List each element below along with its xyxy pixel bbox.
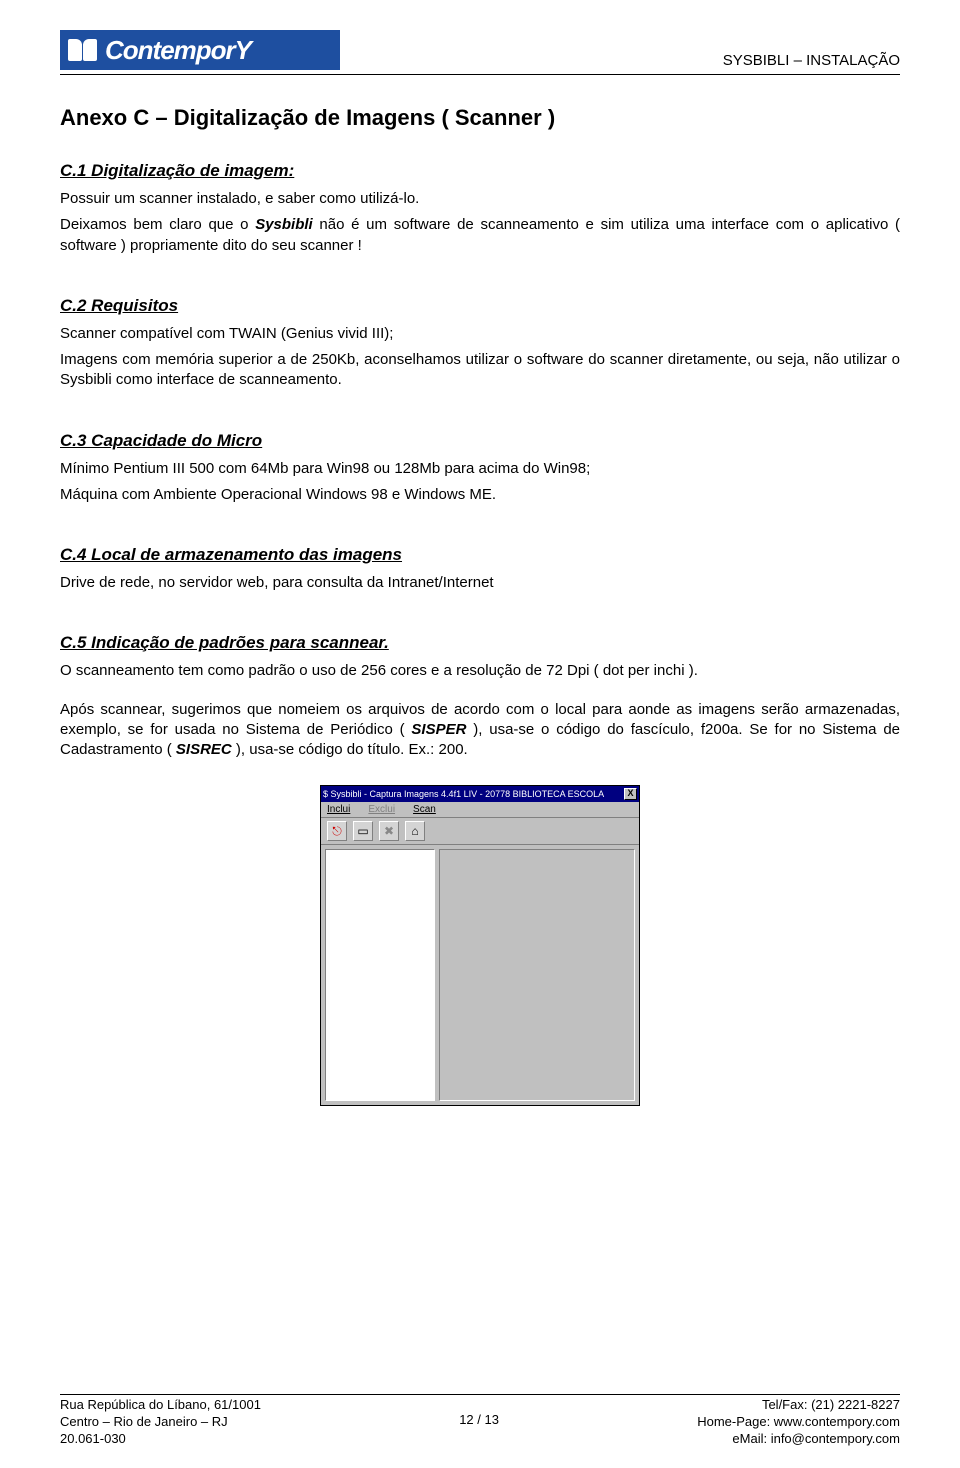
c5-p2d: SISREC (176, 741, 232, 758)
menu-exclui: Exclui (368, 804, 395, 815)
footer-address: Rua República do Líbano, 61/1001 (60, 1397, 261, 1414)
footer-homepage: Home-Page: www.contempory.com (697, 1414, 900, 1431)
section-c5-heading: C.5 Indicação de padrões para scannear. (60, 633, 900, 653)
page-title: Anexo C – Digitalização de Imagens ( Sca… (60, 105, 900, 131)
window-body (321, 845, 639, 1105)
c3-p2: Máquina com Ambiente Operacional Windows… (60, 485, 900, 505)
c5-p2: Após scannear, sugerimos que nomeiem os … (60, 700, 900, 761)
exit-icon[interactable]: ⎋ (327, 821, 347, 841)
c5-p2b: SISPER (411, 721, 466, 738)
c5-p2e: ), usa-se código do título. Ex.: 200. (232, 741, 468, 758)
c2-p2: Imagens com memória superior a de 250Kb,… (60, 350, 900, 391)
footer-email: eMail: info@contempory.com (697, 1431, 900, 1448)
section-c1-heading: C.1 Digitalização de imagem: (60, 161, 900, 181)
c5-p1: O scanneamento tem como padrão o uso de … (60, 661, 900, 681)
c1-p2b: Sysbibli (255, 216, 313, 233)
footer-left: Rua República do Líbano, 61/1001 Centro … (60, 1397, 261, 1448)
window-titlebar: $ Sysbibli - Captura Imagens 4.4f1 LIV -… (321, 786, 639, 802)
menu-scan[interactable]: Scan (413, 804, 436, 815)
footer-city: Centro – Rio de Janeiro – RJ (60, 1414, 261, 1431)
logo-text: ContemporY (105, 35, 251, 66)
footer-zip: 20.061-030 (60, 1431, 261, 1448)
c1-p2a: Deixamos bem claro que o (60, 216, 255, 233)
section-c2-heading: C.2 Requisitos (60, 296, 900, 316)
section-c3-heading: C.3 Capacidade do Micro (60, 431, 900, 451)
footer-page-number: 12 / 13 (459, 1397, 499, 1448)
c2-p1: Scanner compatível com TWAIN (Genius viv… (60, 324, 900, 344)
section-c4-heading: C.4 Local de armazenamento das imagens (60, 545, 900, 565)
c3-p1: Mínimo Pentium III 500 com 64Mb para Win… (60, 459, 900, 479)
page-footer: Rua República do Líbano, 61/1001 Centro … (60, 1394, 900, 1448)
close-icon[interactable]: X (624, 788, 637, 800)
menu-inclui[interactable]: Inclui (327, 804, 350, 815)
book-icon (68, 39, 97, 61)
app-window: $ Sysbibli - Captura Imagens 4.4f1 LIV -… (320, 785, 640, 1106)
logo: ContemporY (60, 30, 340, 70)
scanner-icon[interactable]: ⌂ (405, 821, 425, 841)
c1-p1: Possuir um scanner instalado, e saber co… (60, 189, 900, 209)
list-pane[interactable] (325, 849, 435, 1101)
c4-p1: Drive de rede, no servidor web, para con… (60, 573, 900, 593)
footer-right: Tel/Fax: (21) 2221-8227 Home-Page: www.c… (697, 1397, 900, 1448)
preview-pane (439, 849, 635, 1101)
window-toolbar: ⎋ ▭ ✖ ⌂ (321, 818, 639, 845)
header-right: SYSBIBLI – INSTALAÇÃO (723, 30, 900, 69)
footer-rule (60, 1394, 900, 1395)
footer-phone: Tel/Fax: (21) 2221-8227 (697, 1397, 900, 1414)
new-icon[interactable]: ▭ (353, 821, 373, 841)
window-title: $ Sysbibli - Captura Imagens 4.4f1 LIV -… (323, 789, 604, 799)
c1-p2: Deixamos bem claro que o Sysbibli não é … (60, 215, 900, 256)
window-menubar: Inclui Exclui Scan (321, 802, 639, 818)
delete-icon[interactable]: ✖ (379, 821, 399, 841)
